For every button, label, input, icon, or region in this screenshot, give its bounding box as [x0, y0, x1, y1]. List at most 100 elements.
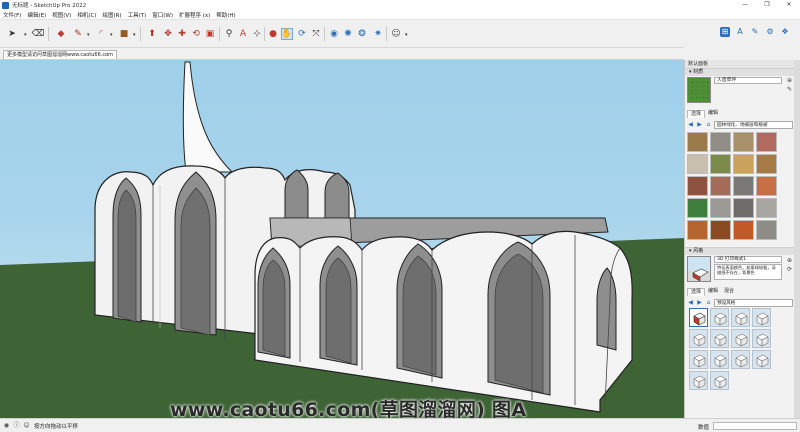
menu-window[interactable]: 窗口(W)	[149, 11, 176, 19]
material-swatch[interactable]	[756, 176, 777, 196]
text-icon[interactable]: A	[237, 28, 249, 40]
material-swatch[interactable]	[756, 132, 777, 152]
back-arrow-icon[interactable]: ◀	[687, 121, 694, 128]
update-style-icon[interactable]: ⟳	[785, 265, 794, 274]
style-thumb[interactable]	[731, 329, 750, 348]
style-thumb[interactable]	[731, 350, 750, 369]
material-swatch[interactable]	[687, 176, 708, 196]
material-swatch[interactable]	[733, 132, 754, 152]
style-thumb[interactable]	[731, 308, 750, 327]
paint-bucket-icon[interactable]: ●	[267, 28, 279, 40]
select-arrow-icon[interactable]: ➤	[6, 28, 18, 40]
material-swatch[interactable]	[710, 154, 731, 174]
chevron-down-icon[interactable]: ▾	[24, 32, 27, 38]
material-swatch[interactable]	[733, 176, 754, 196]
arc-icon[interactable]: ◜	[95, 28, 107, 40]
scene-tab[interactable]: 更多模型请访问草图溜溜网www.caotu66.com	[3, 50, 118, 59]
zoom-extents-icon[interactable]: ⤧	[310, 28, 322, 40]
minimize-button[interactable]: —	[734, 0, 756, 10]
model-viewport[interactable]: www.caotu66.com(草图溜溜网) 图A	[0, 60, 684, 418]
axes-icon[interactable]: ⊹	[251, 28, 263, 40]
style-thumb[interactable]	[689, 371, 708, 390]
material-name-field[interactable]: 人造草坪	[714, 77, 782, 84]
offset-icon[interactable]: ▣	[204, 28, 216, 40]
forward-arrow-icon[interactable]: ▶	[696, 299, 703, 306]
menu-edit[interactable]: 编辑(E)	[24, 11, 49, 19]
tab-edit[interactable]: 编辑	[705, 288, 721, 296]
back-arrow-icon[interactable]: ◀	[687, 299, 694, 306]
chevron-down-icon[interactable]: ▾	[405, 32, 408, 38]
tray-scrollbar[interactable]	[794, 60, 800, 418]
follow-me-icon[interactable]: ⟲	[190, 28, 202, 40]
extension-warehouse-icon[interactable]: ✺	[342, 28, 354, 40]
tab-mix[interactable]: 混合	[721, 288, 737, 296]
menu-draw[interactable]: 绘图(R)	[99, 11, 124, 19]
user-account-icon[interactable]: ☺	[390, 28, 402, 40]
close-button[interactable]: ✕	[778, 0, 800, 10]
pan-hand-icon[interactable]: ✋	[281, 28, 293, 40]
style-thumb[interactable]	[752, 350, 771, 369]
eraser-pink-icon[interactable]: ◆	[55, 28, 67, 40]
style-thumb[interactable]	[710, 308, 729, 327]
material-swatch[interactable]	[710, 220, 731, 240]
forward-arrow-icon[interactable]: ▶	[696, 121, 703, 128]
tab-select[interactable]: 选择	[687, 288, 706, 296]
style-thumb[interactable]	[752, 308, 771, 327]
material-swatch[interactable]	[687, 198, 708, 218]
layout-icon[interactable]: ❂	[356, 28, 368, 40]
maximize-button[interactable]: ❐	[756, 0, 778, 10]
tab-select[interactable]: 选择	[687, 110, 706, 118]
menu-camera[interactable]: 相机(C)	[74, 11, 99, 19]
rotate-icon[interactable]: ✚	[176, 28, 188, 40]
material-library-select[interactable]: 园林绿化、地被层和植被	[714, 120, 793, 129]
material-swatch[interactable]	[756, 154, 777, 174]
orbit-icon[interactable]: ⟳	[296, 28, 308, 40]
create-style-icon[interactable]: ⊕	[785, 256, 794, 265]
warehouse-icon[interactable]: ◉	[328, 28, 340, 40]
style-thumb[interactable]	[710, 329, 729, 348]
menu-file[interactable]: 文件(F)	[0, 11, 24, 19]
material-swatch[interactable]	[710, 132, 731, 152]
style-thumb-selected[interactable]	[689, 308, 708, 327]
material-swatch[interactable]	[710, 198, 731, 218]
material-swatch[interactable]	[756, 220, 777, 240]
style-library-select[interactable]: 预设风格	[714, 298, 793, 307]
material-swatch[interactable]	[733, 154, 754, 174]
materials-section-header[interactable]: ▾ 材质	[685, 68, 794, 76]
style-thumb[interactable]	[752, 329, 771, 348]
material-swatch[interactable]	[756, 198, 777, 218]
material-swatch[interactable]	[687, 220, 708, 240]
style-thumb[interactable]	[689, 350, 708, 369]
text-style-icon[interactable]: A	[735, 27, 745, 37]
style-thumb[interactable]	[689, 329, 708, 348]
chevron-down-icon[interactable]: ▾	[133, 32, 136, 38]
material-swatch[interactable]	[687, 154, 708, 174]
home-icon[interactable]: ⌂	[705, 121, 712, 128]
material-swatch[interactable]	[733, 198, 754, 218]
chevron-down-icon[interactable]: ▾	[87, 32, 90, 38]
credits-icon[interactable]: ⓘ	[13, 422, 20, 429]
create-material-icon[interactable]: ⊕	[785, 76, 794, 85]
sample-paint-icon[interactable]: ✎	[785, 85, 794, 94]
measurements-input[interactable]	[713, 422, 797, 430]
style-thumb[interactable]	[710, 350, 729, 369]
component-icon[interactable]: ❖	[780, 27, 790, 37]
menu-help[interactable]: 帮助(H)	[213, 11, 238, 19]
material-swatch[interactable]	[687, 132, 708, 152]
line-pencil-icon[interactable]: ✎	[72, 28, 84, 40]
user-icon[interactable]: ☺	[23, 422, 30, 429]
styles-section-header[interactable]: ▾ 风格	[685, 247, 794, 255]
eraser-icon[interactable]: ⌫	[32, 28, 45, 40]
home-icon[interactable]: ⌂	[705, 299, 712, 306]
tab-edit[interactable]: 编辑	[705, 110, 721, 118]
geolocation-icon[interactable]: ◉	[3, 422, 10, 429]
pencil-icon[interactable]: ✎	[750, 27, 760, 37]
style-name-field[interactable]: 3D 打印样式1	[714, 256, 782, 263]
move-icon[interactable]: ✥	[162, 28, 174, 40]
instructor-icon[interactable]: ⊞	[720, 27, 730, 37]
menu-tools[interactable]: 工具(T)	[125, 11, 150, 19]
settings-icon[interactable]: ⚙	[765, 27, 775, 37]
menu-view[interactable]: 视图(V)	[49, 11, 74, 19]
push-pull-icon[interactable]: ⬆	[146, 28, 158, 40]
extension-manager-icon[interactable]: ✷	[372, 28, 384, 40]
